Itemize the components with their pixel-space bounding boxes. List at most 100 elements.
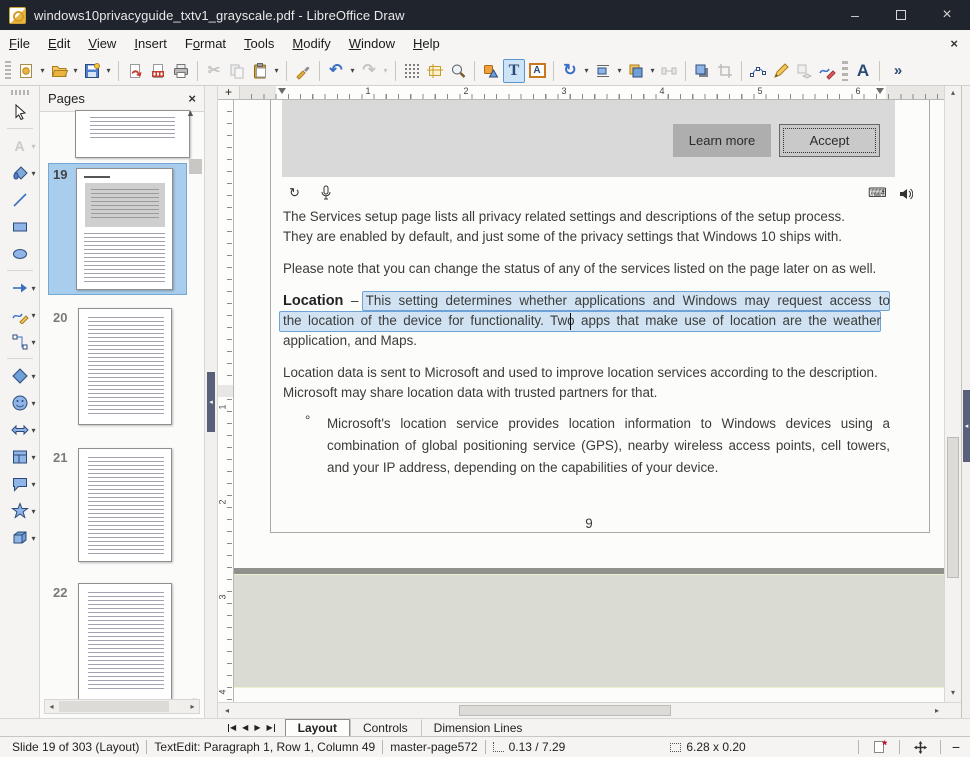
curve-tool[interactable]: ▾ xyxy=(1,301,39,328)
slide-viewport[interactable]: Learn more Accept ↻ ⌨ The Services setup… xyxy=(234,100,944,702)
object-size-info[interactable]: 6.28 x 0.20 xyxy=(670,740,745,754)
first-page-button[interactable]: ◀ xyxy=(228,723,236,732)
menu-window[interactable]: Window xyxy=(340,32,404,55)
fill-color-tool[interactable]: ▾ xyxy=(1,159,39,186)
symbol-shapes-tool[interactable]: ▾ xyxy=(1,389,39,416)
stars-tool[interactable]: ▾ xyxy=(1,497,39,524)
shapes-button[interactable] xyxy=(480,59,502,83)
master-page-info[interactable]: master-page572 xyxy=(390,740,477,754)
paste-dropdown[interactable]: ▾ xyxy=(272,66,281,75)
page-thumbnail-20[interactable] xyxy=(78,308,172,425)
3d-objects-tool[interactable]: ▾ xyxy=(1,524,39,551)
display-grid-button[interactable] xyxy=(401,59,423,83)
menu-format[interactable]: Format xyxy=(176,32,235,55)
open-button[interactable] xyxy=(48,59,70,83)
scroll-up-icon[interactable]: ▴ xyxy=(945,86,961,100)
thumbnails-scrollbar-thumb[interactable] xyxy=(189,159,202,174)
rotate-button[interactable]: ↻ xyxy=(559,59,581,83)
tab-layout[interactable]: Layout xyxy=(285,719,350,736)
right-indent-marker[interactable] xyxy=(876,88,884,99)
arrange-button[interactable] xyxy=(625,59,647,83)
vertical-scrollbar-thumb[interactable] xyxy=(947,437,959,578)
menu-view[interactable]: View xyxy=(79,32,125,55)
thumbnails-scroll-up-icon[interactable]: ▲ xyxy=(186,108,195,118)
splitter-handle[interactable]: ◂ xyxy=(207,372,215,432)
align-dropdown[interactable]: ▾ xyxy=(615,66,624,75)
horizontal-ruler[interactable]: 1 2 3 4 5 6 xyxy=(240,86,961,100)
menu-modify[interactable]: Modify xyxy=(283,32,339,55)
scroll-right-icon[interactable]: ▸ xyxy=(186,702,199,711)
lines-and-arrows-tool[interactable]: ▾ xyxy=(1,274,39,301)
ellipse-tool[interactable] xyxy=(1,240,39,267)
close-button[interactable]: × xyxy=(924,0,970,30)
pages-panel-close-icon[interactable]: × xyxy=(188,91,196,106)
pages-panel-hscrollbar-thumb[interactable] xyxy=(59,701,169,712)
zoom-out-button[interactable]: − xyxy=(948,739,964,755)
document-modified-indicator[interactable] xyxy=(866,741,892,753)
tab-dimension-lines[interactable]: Dimension Lines xyxy=(421,719,536,736)
previous-page-button[interactable]: ◀ xyxy=(242,723,248,732)
left-indent-marker[interactable] xyxy=(278,88,286,99)
print-button[interactable] xyxy=(170,59,192,83)
redact-button[interactable] xyxy=(816,59,838,83)
pages-panel-splitter[interactable]: ◂ xyxy=(205,86,218,718)
save-button[interactable] xyxy=(81,59,103,83)
zoom-button[interactable] xyxy=(447,59,469,83)
scroll-down-icon[interactable]: ▾ xyxy=(945,686,961,700)
rotate-dropdown[interactable]: ▾ xyxy=(582,66,591,75)
rectangle-tool[interactable] xyxy=(1,213,39,240)
document-close-icon[interactable]: × xyxy=(950,36,958,51)
new-document-dropdown[interactable]: ▾ xyxy=(38,66,47,75)
callouts-tool[interactable]: ▾ xyxy=(1,470,39,497)
minimize-button[interactable]: – xyxy=(832,0,878,30)
tab-controls[interactable]: Controls xyxy=(350,719,421,736)
pages-panel-hscrollbar[interactable]: ◂ ▸ xyxy=(44,699,200,714)
menu-insert[interactable]: Insert xyxy=(125,32,176,55)
save-dropdown[interactable]: ▾ xyxy=(104,66,113,75)
open-dropdown[interactable]: ▾ xyxy=(71,66,80,75)
scroll-right-icon[interactable]: ▸ xyxy=(930,703,944,718)
scroll-left-icon[interactable]: ◂ xyxy=(220,703,234,718)
page-thumbnail-21[interactable] xyxy=(78,448,172,562)
horizontal-scrollbar-thumb[interactable] xyxy=(459,705,671,716)
undo-button[interactable]: ↶ xyxy=(325,59,347,83)
drawing-toolbar-grip[interactable] xyxy=(11,90,29,95)
vertical-ruler[interactable]: 1 2 3 4 xyxy=(218,100,234,702)
maximize-button[interactable] xyxy=(878,0,924,30)
undo-dropdown[interactable]: ▾ xyxy=(348,66,357,75)
menu-help[interactable]: Help xyxy=(404,32,449,55)
helplines-button[interactable] xyxy=(424,59,446,83)
menu-tools[interactable]: Tools xyxy=(235,32,283,55)
toolbar-grip[interactable] xyxy=(5,61,11,81)
edit-points-button[interactable] xyxy=(747,59,769,83)
export-button[interactable] xyxy=(124,59,146,83)
export-pdf-button[interactable] xyxy=(147,59,169,83)
align-objects-button[interactable] xyxy=(592,59,614,83)
toolbar-grip[interactable] xyxy=(842,61,848,81)
flowchart-tool[interactable]: ▾ xyxy=(1,443,39,470)
page-thumbnail-partial[interactable] xyxy=(75,110,190,158)
menu-edit[interactable]: Edit xyxy=(39,32,79,55)
select-tool[interactable] xyxy=(1,98,39,125)
sidebar-splitter-handle[interactable]: ◂ xyxy=(963,390,970,462)
arrange-dropdown[interactable]: ▾ xyxy=(648,66,657,75)
last-page-button[interactable]: ▶ xyxy=(266,723,274,732)
insert-text-frame-button[interactable]: A xyxy=(526,59,548,83)
connector-tool[interactable]: ▾ xyxy=(1,328,39,355)
menu-file[interactable]: File xyxy=(0,32,39,55)
fit-slide-button[interactable] xyxy=(907,741,933,754)
vertical-scrollbar[interactable]: ▴ ▾ xyxy=(944,86,961,702)
insert-text-box-button[interactable]: T xyxy=(503,59,525,83)
clone-formatting-button[interactable] xyxy=(292,59,314,83)
new-document-button[interactable] xyxy=(15,59,37,83)
glue-points-button[interactable] xyxy=(770,59,792,83)
fontwork-button[interactable]: A xyxy=(852,59,874,83)
paste-button[interactable] xyxy=(249,59,271,83)
next-page-button[interactable]: ▶ xyxy=(254,723,260,732)
page-thumbnail-22[interactable] xyxy=(78,583,172,700)
block-arrows-tool[interactable]: ▾ xyxy=(1,416,39,443)
line-tool[interactable] xyxy=(1,186,39,213)
cursor-position-info[interactable]: 0.13 / 7.29 xyxy=(493,740,566,754)
horizontal-scrollbar[interactable]: ◂ ▸ xyxy=(218,702,961,718)
shadow-button[interactable] xyxy=(691,59,713,83)
